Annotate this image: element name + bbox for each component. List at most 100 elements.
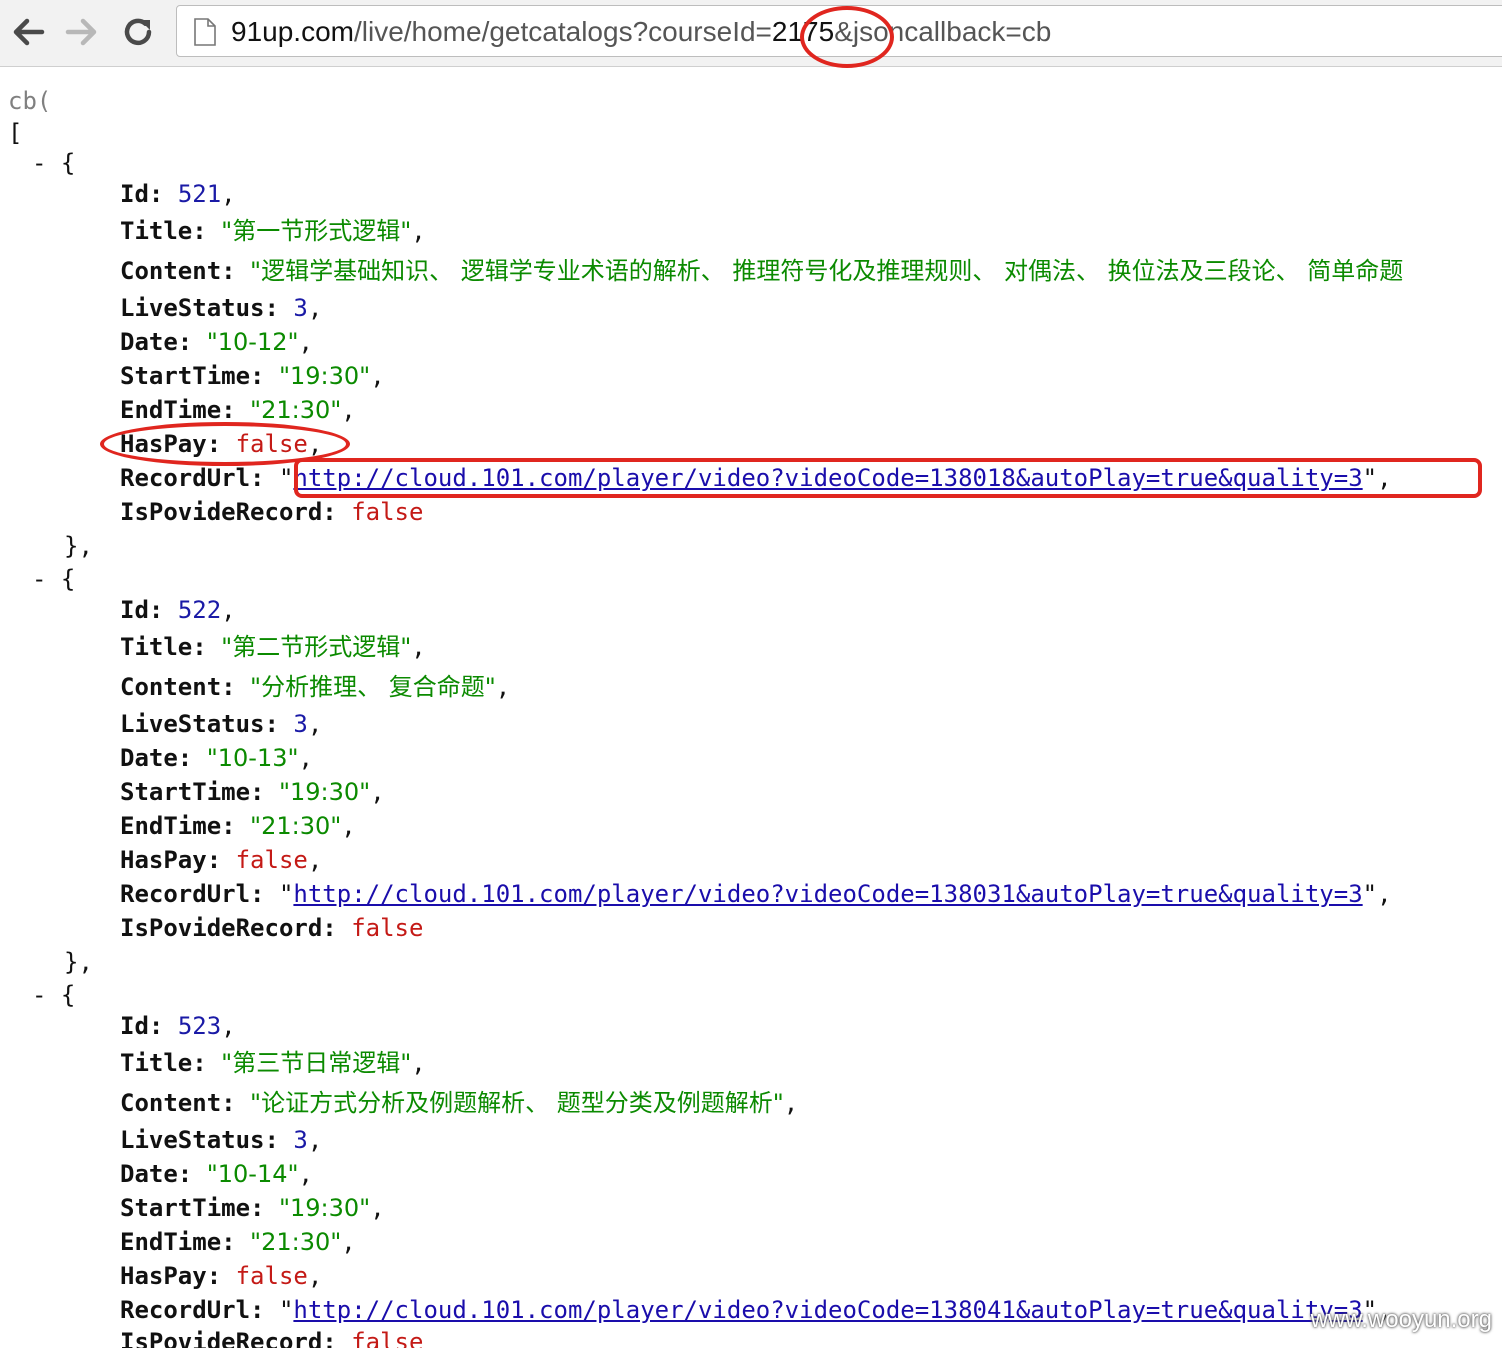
field-end-time: EndTime: "21:30",: [120, 396, 356, 424]
record-url-link[interactable]: http://cloud.101.com/player/video?videoC…: [293, 464, 1362, 492]
value-content: "分析推理、 复合命题": [250, 673, 496, 701]
collapse-toggle[interactable]: - {: [32, 978, 75, 1012]
value-date: "10-12": [206, 328, 299, 356]
field-live-status: LiveStatus: 3,: [120, 710, 323, 738]
value-live-status: 3: [293, 294, 308, 322]
key-label: Title:: [120, 633, 207, 661]
value-has-pay: false: [235, 846, 308, 874]
url-text[interactable]: 91up.com/live/home/getcatalogs?courseId=…: [231, 16, 1051, 48]
key-label: Id:: [120, 180, 164, 208]
collapse-toggle[interactable]: - {: [32, 562, 75, 596]
field-has-pay: HasPay: false,: [120, 846, 323, 874]
key-label: EndTime:: [120, 1228, 236, 1256]
field-id: Id: 522,: [120, 596, 236, 624]
field-id: Id: 521,: [120, 180, 236, 208]
key-label: LiveStatus:: [120, 710, 279, 738]
reload-button[interactable]: [118, 12, 158, 52]
field-id: Id: 523,: [120, 1012, 236, 1040]
value-date: "10-13": [206, 744, 299, 772]
key-label: Date:: [120, 744, 193, 772]
json-viewer: cb( [ - { Id: 521, Title: "第一节形式逻辑", Con…: [0, 67, 1502, 1348]
field-is-povide-record: IsPovideRecord: false: [120, 495, 423, 529]
field-date: Date: "10-13",: [120, 744, 313, 772]
field-end-time: EndTime: "21:30",: [120, 812, 356, 840]
value-id: 522: [177, 596, 222, 624]
field-title: Title: "第三节日常逻辑",: [120, 1049, 426, 1077]
field-record-url: RecordUrl: "http://cloud.101.com/player/…: [120, 1296, 1392, 1324]
field-start-time: StartTime: "19:30",: [120, 1194, 385, 1222]
key-label: StartTime:: [120, 362, 265, 390]
address-bar[interactable]: 91up.com/live/home/getcatalogs?courseId=…: [176, 5, 1502, 57]
value-is-povide-record: false: [351, 1328, 424, 1348]
key-label: Content:: [120, 673, 236, 701]
object-close: },: [64, 532, 93, 560]
field-end-time: EndTime: "21:30",: [120, 1228, 356, 1256]
field-start-time: StartTime: "19:30",: [120, 362, 385, 390]
forward-button[interactable]: [62, 12, 102, 52]
field-record-url: RecordUrl: "http://cloud.101.com/player/…: [120, 880, 1392, 908]
record-url-link[interactable]: http://cloud.101.com/player/video?videoC…: [293, 1296, 1362, 1324]
back-button[interactable]: [8, 12, 48, 52]
reload-icon: [124, 18, 152, 46]
browser-toolbar: 91up.com/live/home/getcatalogs?courseId=…: [0, 0, 1502, 68]
key-label: Content:: [120, 1089, 236, 1117]
field-live-status: LiveStatus: 3,: [120, 294, 323, 322]
value-title: "第一节形式逻辑": [221, 217, 412, 245]
watermark: www.wooyun.org: [1310, 1306, 1492, 1333]
object-close: },: [64, 948, 93, 976]
value-start-time: "19:30": [278, 1194, 371, 1222]
key-label: RecordUrl:: [120, 1296, 265, 1324]
field-title: Title: "第二节形式逻辑",: [120, 633, 426, 661]
value-live-status: 3: [293, 710, 308, 738]
field-date: Date: "10-12",: [120, 328, 313, 356]
field-live-status: LiveStatus: 3,: [120, 1126, 323, 1154]
key-label: HasPay:: [120, 1262, 222, 1290]
value-end-time: "21:30": [250, 396, 342, 424]
arrow-right-icon: [65, 18, 97, 46]
key-label: LiveStatus:: [120, 1126, 279, 1154]
callback-open: cb(: [8, 87, 52, 115]
field-record-url: RecordUrl: "http://cloud.101.com/player/…: [120, 464, 1392, 492]
key-label: Content:: [120, 257, 236, 285]
key-label: RecordUrl:: [120, 880, 265, 908]
value-date: "10-14": [206, 1160, 299, 1188]
value-has-pay: false: [235, 1262, 308, 1290]
field-is-povide-record: IsPovideRecord: false: [120, 1325, 423, 1348]
value-title: "第三节日常逻辑": [221, 1049, 412, 1077]
key-label: Date:: [120, 328, 193, 356]
value-title: "第二节形式逻辑": [221, 633, 412, 661]
value-id: 521: [177, 180, 222, 208]
key-label: StartTime:: [120, 1194, 265, 1222]
key-label: EndTime:: [120, 396, 236, 424]
field-content: Content: "论证方式分析及例题解析、 题型分类及例题解析",: [120, 1089, 799, 1117]
key-label: IsPovideRecord:: [120, 914, 337, 942]
collapse-toggle[interactable]: - {: [32, 146, 75, 180]
field-is-povide-record: IsPovideRecord: false: [120, 911, 423, 945]
record-url-link[interactable]: http://cloud.101.com/player/video?videoC…: [293, 880, 1362, 908]
field-content: Content: "逻辑学基础知识、 逻辑学专业术语的解析、 推理符号化及推理规…: [120, 254, 1403, 288]
field-has-pay: HasPay: false,: [120, 1262, 323, 1290]
key-label: RecordUrl:: [120, 464, 265, 492]
value-end-time: "21:30": [250, 812, 342, 840]
value-is-povide-record: false: [351, 498, 424, 526]
array-open: [: [8, 119, 23, 147]
key-label: Id:: [120, 1012, 164, 1040]
page-icon: [194, 18, 216, 46]
arrow-left-icon: [13, 18, 45, 46]
key-label: IsPovideRecord:: [120, 498, 337, 526]
field-date: Date: "10-14",: [120, 1160, 313, 1188]
url-host: 91up.com: [231, 16, 354, 47]
value-content: "逻辑学基础知识、 逻辑学专业术语的解析、 推理符号化及推理规则、 对偶法、 换…: [250, 257, 1404, 285]
key-label: Title:: [120, 1049, 207, 1077]
field-has-pay: HasPay: false,: [120, 430, 323, 458]
key-label: Title:: [120, 217, 207, 245]
value-start-time: "19:30": [278, 778, 371, 806]
key-label: IsPovideRecord:: [120, 1328, 337, 1348]
key-label: HasPay:: [120, 430, 222, 458]
field-start-time: StartTime: "19:30",: [120, 778, 385, 806]
field-title: Title: "第一节形式逻辑",: [120, 217, 426, 245]
field-content: Content: "分析推理、 复合命题",: [120, 673, 511, 701]
value-end-time: "21:30": [250, 1228, 342, 1256]
value-start-time: "19:30": [278, 362, 371, 390]
value-is-povide-record: false: [351, 914, 424, 942]
